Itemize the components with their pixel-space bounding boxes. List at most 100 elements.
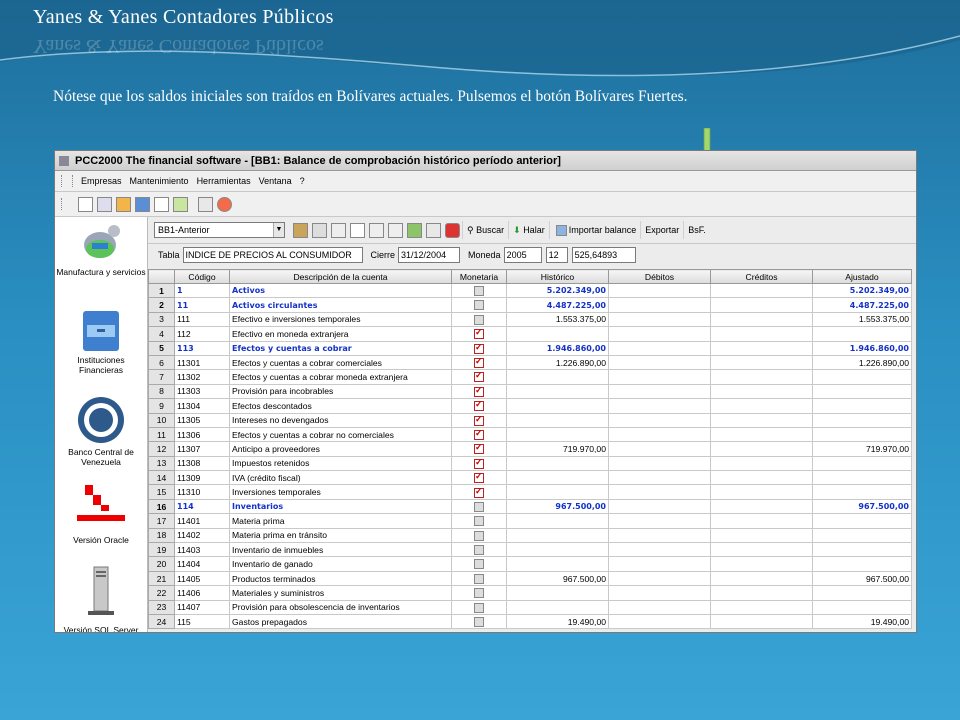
- row-number-cell[interactable]: 15: [148, 484, 175, 500]
- ajustado-cell[interactable]: 967.500,00: [812, 498, 912, 515]
- monetaria-cell[interactable]: [451, 297, 507, 313]
- description-cell[interactable]: IVA (crédito fiscal): [229, 470, 452, 486]
- debitos-cell[interactable]: [608, 326, 711, 342]
- code-cell[interactable]: 11307: [174, 441, 230, 457]
- debitos-cell[interactable]: [608, 441, 711, 457]
- table-row[interactable]: 1 1 Activos 5.202.349,00 5.202.349,00: [148, 282, 912, 299]
- folder-icon[interactable]: [116, 196, 131, 212]
- code-cell[interactable]: 11308: [174, 455, 230, 472]
- historico-cell[interactable]: [506, 527, 609, 544]
- calendar-icon[interactable]: [426, 222, 441, 238]
- historico-cell[interactable]: 4.487.225,00: [506, 297, 609, 313]
- row-number-cell[interactable]: 21: [148, 570, 175, 587]
- debitos-cell[interactable]: [608, 412, 711, 428]
- monetaria-checkbox[interactable]: [474, 617, 484, 628]
- creditos-cell[interactable]: [710, 326, 813, 342]
- monetaria-cell[interactable]: [451, 470, 507, 486]
- calculator-icon[interactable]: [198, 196, 213, 212]
- description-cell[interactable]: Efectos y cuentas a cobrar no comerciale…: [229, 426, 452, 443]
- monetaria-checkbox[interactable]: [474, 545, 484, 556]
- ajustado-cell[interactable]: [812, 585, 912, 601]
- historico-cell[interactable]: [506, 412, 609, 428]
- debitos-cell[interactable]: [608, 369, 711, 385]
- creditos-cell[interactable]: [710, 412, 813, 428]
- ajustado-cell[interactable]: [812, 599, 912, 615]
- delete-icon[interactable]: [350, 222, 365, 238]
- historico-cell[interactable]: [506, 326, 609, 342]
- excel-icon[interactable]: [407, 222, 422, 238]
- historico-cell[interactable]: 1.553.375,00: [506, 311, 609, 328]
- monetaria-cell[interactable]: [451, 441, 507, 457]
- cierre-field[interactable]: 31/12/2004: [398, 247, 461, 263]
- historico-cell[interactable]: [506, 398, 609, 414]
- print-icon[interactable]: [369, 222, 384, 238]
- code-cell[interactable]: 115: [174, 613, 230, 630]
- table-row[interactable]: 15 11310 Inversiones temporales: [148, 484, 912, 500]
- code-cell[interactable]: 11403: [174, 542, 230, 558]
- monetaria-checkbox[interactable]: [474, 573, 484, 584]
- row-number-cell[interactable]: 17: [148, 513, 175, 529]
- column-header[interactable]: Descripción de la cuenta: [229, 269, 452, 284]
- historico-cell[interactable]: [506, 599, 609, 615]
- row-number-cell[interactable]: 24: [148, 613, 175, 630]
- monetaria-checkbox[interactable]: [474, 501, 484, 512]
- code-cell[interactable]: 11401: [174, 513, 230, 529]
- ajustado-cell[interactable]: [812, 527, 912, 544]
- code-cell[interactable]: 11309: [174, 470, 230, 486]
- description-cell[interactable]: Materiales y suministros: [229, 585, 452, 601]
- row-number-cell[interactable]: 12: [148, 441, 175, 457]
- creditos-cell[interactable]: [710, 513, 813, 529]
- table-row[interactable]: 9 11304 Efectos descontados: [148, 398, 912, 414]
- ajustado-cell[interactable]: 1.226.890,00: [812, 354, 912, 371]
- window-titlebar[interactable]: PCC2000 The financial software - [BB1: B…: [55, 151, 916, 171]
- monetaria-cell[interactable]: [451, 498, 507, 515]
- menu-help[interactable]: ?: [296, 176, 309, 186]
- monetaria-cell[interactable]: [451, 354, 507, 371]
- historico-cell[interactable]: [506, 369, 609, 385]
- debitos-cell[interactable]: [608, 599, 711, 615]
- code-cell[interactable]: 113: [174, 340, 230, 356]
- ajustado-cell[interactable]: 1.553.375,00: [812, 311, 912, 328]
- description-cell[interactable]: Activos: [229, 282, 452, 299]
- ajustado-cell[interactable]: 967.500,00: [812, 570, 912, 587]
- historico-cell[interactable]: [506, 542, 609, 558]
- ajustado-cell[interactable]: 19.490,00: [812, 613, 912, 630]
- table-row[interactable]: 10 11305 Intereses no devengados: [148, 412, 912, 428]
- creditos-cell[interactable]: [710, 470, 813, 486]
- row-number-cell[interactable]: 10: [148, 412, 175, 428]
- debitos-cell[interactable]: [608, 556, 711, 572]
- code-cell[interactable]: 11407: [174, 599, 230, 615]
- monetaria-cell[interactable]: [451, 326, 507, 342]
- code-cell[interactable]: 11310: [174, 484, 230, 500]
- table-row[interactable]: 19 11403 Inventario de inmuebles: [148, 542, 912, 558]
- code-cell[interactable]: 11402: [174, 527, 230, 544]
- creditos-cell[interactable]: [710, 599, 813, 615]
- description-cell[interactable]: Anticipo a proveedores: [229, 441, 452, 457]
- debitos-cell[interactable]: [608, 455, 711, 472]
- sidebar-item-sqlserver[interactable]: Versión SQL Server: [55, 565, 147, 632]
- historico-cell[interactable]: 719.970,00: [506, 441, 609, 457]
- ajustado-cell[interactable]: [812, 326, 912, 342]
- column-header[interactable]: Créditos: [710, 269, 813, 284]
- debitos-cell[interactable]: [608, 383, 711, 400]
- creditos-cell[interactable]: [710, 527, 813, 544]
- close-icon[interactable]: [445, 222, 460, 238]
- monetaria-checkbox[interactable]: [474, 428, 484, 440]
- row-number-cell[interactable]: 23: [148, 599, 175, 615]
- window-icon[interactable]: [154, 196, 169, 212]
- table-row[interactable]: 17 11401 Materia prima: [148, 513, 912, 529]
- row-number-cell[interactable]: 14: [148, 470, 175, 486]
- monetaria-cell[interactable]: [451, 599, 507, 615]
- code-cell[interactable]: 11406: [174, 585, 230, 601]
- monetaria-checkbox[interactable]: [474, 602, 484, 613]
- description-cell[interactable]: Efectos descontados: [229, 398, 452, 414]
- creditos-cell[interactable]: [710, 498, 813, 515]
- table-row[interactable]: 7 11302 Efectos y cuentas a cobrar moneda …: [148, 369, 912, 385]
- description-cell[interactable]: Efectivo en moneda extranjera: [229, 326, 452, 342]
- code-cell[interactable]: 11: [174, 297, 230, 313]
- bsf-button[interactable]: BsF.: [683, 221, 710, 239]
- column-header[interactable]: Código: [174, 269, 230, 284]
- description-cell[interactable]: Materia prima: [229, 513, 452, 529]
- row-number-cell[interactable]: 5: [148, 340, 175, 356]
- ajustado-cell[interactable]: [812, 484, 912, 500]
